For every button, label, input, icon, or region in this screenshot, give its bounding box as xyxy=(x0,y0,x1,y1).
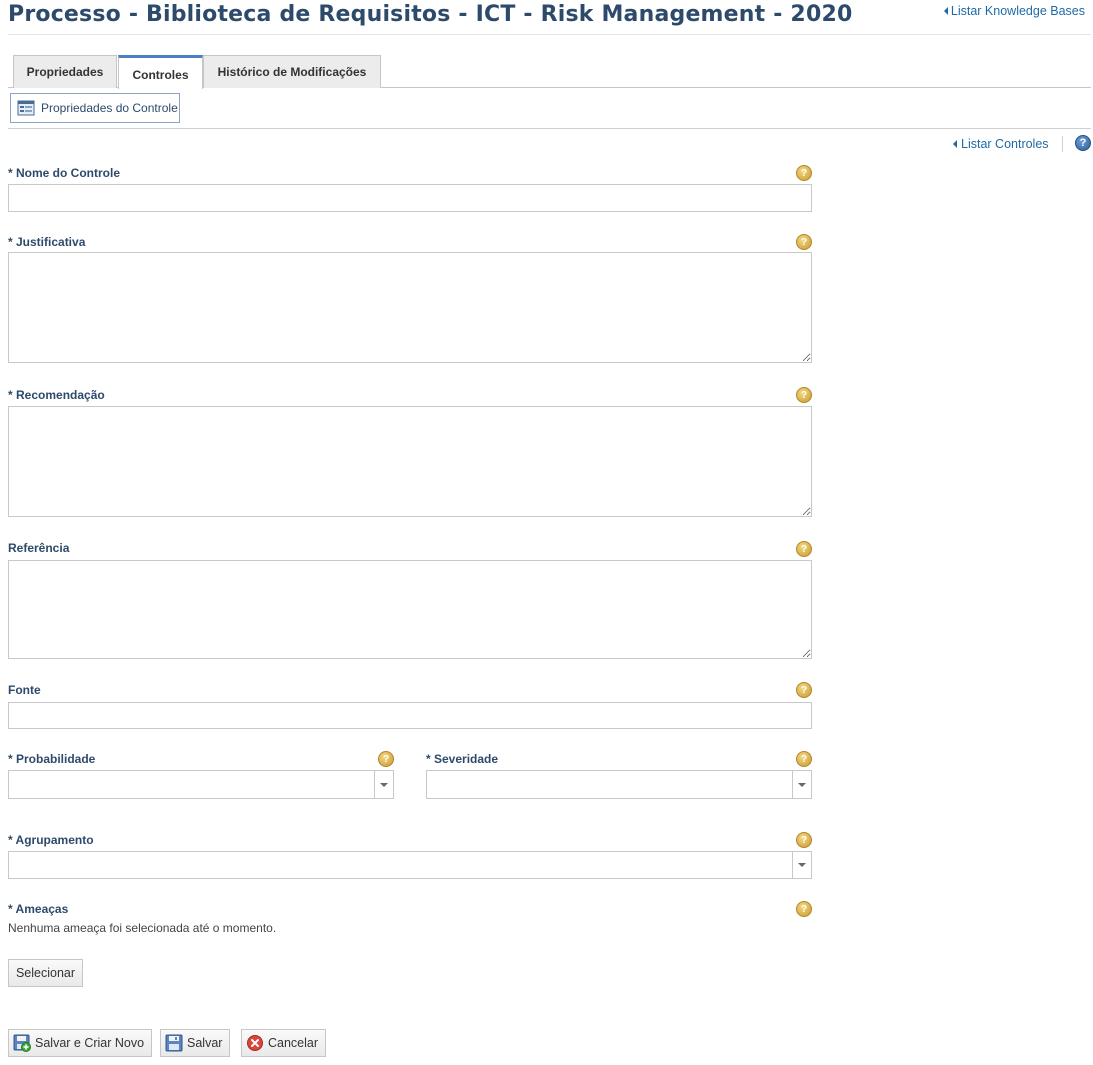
list-knowledge-bases-link[interactable]: Listar Knowledge Bases xyxy=(943,4,1085,18)
tab-historico[interactable]: Histórico de Modificações xyxy=(203,55,381,88)
help-icon[interactable]: ? xyxy=(1075,135,1091,151)
referencia-label: Referência xyxy=(8,541,70,555)
help-icon[interactable]: ? xyxy=(796,901,812,917)
caret-left-icon xyxy=(953,140,957,148)
help-icon[interactable]: ? xyxy=(378,751,394,767)
title-divider xyxy=(8,34,1091,35)
agrupamento-label: * Agrupamento xyxy=(8,833,94,847)
subtab-label: Propriedades do Controle xyxy=(41,101,178,115)
save-icon xyxy=(165,1034,183,1052)
list-knowledge-bases-label: Listar Knowledge Bases xyxy=(950,4,1085,18)
subtab-divider xyxy=(8,128,1091,129)
justificativa-label: * Justificativa xyxy=(8,235,86,249)
chevron-down-icon xyxy=(380,782,388,787)
nome-input[interactable] xyxy=(8,184,812,212)
help-icon[interactable]: ? xyxy=(796,682,812,698)
tab-controles[interactable]: Controles xyxy=(118,55,203,89)
justificativa-textarea[interactable] xyxy=(8,252,812,363)
save-and-new-button[interactable]: Salvar e Criar Novo xyxy=(8,1029,153,1057)
save-button[interactable]: Salvar xyxy=(160,1029,231,1057)
page-title: Processo - Biblioteca de Requisitos - IC… xyxy=(8,2,853,27)
chevron-down-icon xyxy=(798,782,806,787)
recomendacao-textarea[interactable] xyxy=(8,406,812,517)
help-icon[interactable]: ? xyxy=(796,751,812,767)
referencia-textarea[interactable] xyxy=(8,560,812,659)
fonte-label: Fonte xyxy=(8,683,41,697)
save-new-icon xyxy=(13,1034,31,1052)
toolbar-separator xyxy=(1062,136,1063,152)
help-icon[interactable]: ? xyxy=(796,234,812,250)
fonte-input[interactable] xyxy=(8,702,812,729)
caret-left-icon xyxy=(943,7,948,15)
ameacas-label: * Ameaças xyxy=(8,902,69,916)
help-icon[interactable]: ? xyxy=(796,832,812,848)
tab-bar: Propriedades Controles Histórico de Modi… xyxy=(8,55,1091,89)
tab-propriedades[interactable]: Propriedades xyxy=(13,55,117,88)
agrupamento-select[interactable] xyxy=(8,851,812,879)
severidade-label: * Severidade xyxy=(426,752,499,766)
nome-label: * Nome do Controle xyxy=(8,166,121,180)
probabilidade-select[interactable] xyxy=(8,770,394,799)
ameacas-empty-text: Nenhuma ameaça foi selecionada até o mom… xyxy=(8,921,277,935)
cancel-icon xyxy=(246,1034,264,1052)
help-icon[interactable]: ? xyxy=(796,387,812,403)
cancel-button[interactable]: Cancelar xyxy=(241,1029,327,1057)
dropdown-toggle[interactable] xyxy=(792,771,811,798)
probabilidade-label: * Probabilidade xyxy=(8,752,96,766)
subtab-propriedades-controle[interactable]: Propriedades do Controle xyxy=(10,93,180,123)
properties-icon xyxy=(17,99,35,117)
dropdown-toggle[interactable] xyxy=(374,771,393,798)
help-icon[interactable]: ? xyxy=(796,541,812,557)
recomendacao-label: * Recomendação xyxy=(8,388,105,402)
list-controls-link[interactable]: Listar Controles xyxy=(953,137,1049,151)
severidade-select[interactable] xyxy=(426,770,812,799)
list-controls-label: Listar Controles xyxy=(961,137,1049,151)
selecionar-button[interactable]: Selecionar xyxy=(8,959,83,987)
save-label: Salvar xyxy=(187,1036,223,1050)
save-and-new-label: Salvar e Criar Novo xyxy=(35,1036,145,1050)
dropdown-toggle[interactable] xyxy=(792,852,811,878)
chevron-down-icon xyxy=(798,863,806,867)
cancel-label: Cancelar xyxy=(268,1036,319,1050)
help-icon[interactable]: ? xyxy=(796,165,812,181)
